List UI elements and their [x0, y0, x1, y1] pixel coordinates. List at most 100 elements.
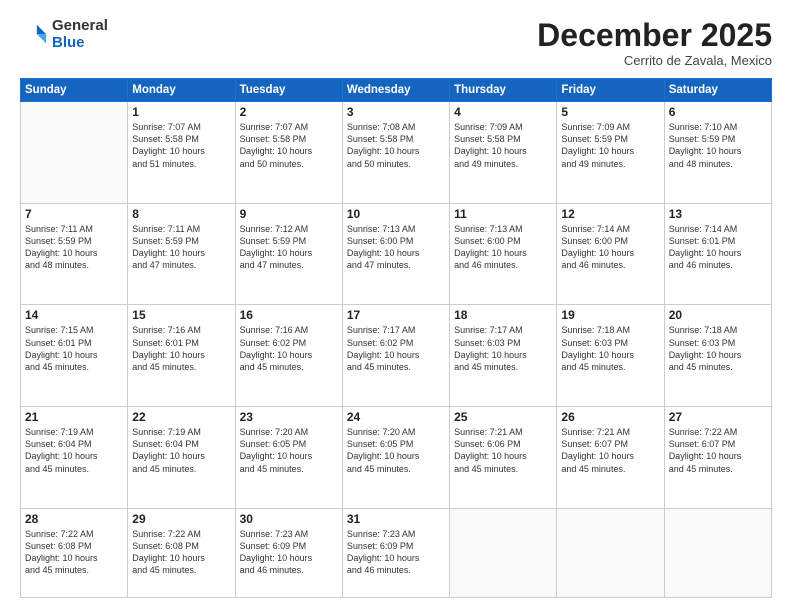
- header-monday: Monday: [128, 79, 235, 102]
- day-number: 24: [347, 410, 445, 424]
- cell-info: Sunrise: 7:22 AM Sunset: 6:08 PM Dayligh…: [25, 528, 123, 577]
- table-row: 1Sunrise: 7:07 AM Sunset: 5:58 PM Daylig…: [128, 102, 235, 204]
- cell-info: Sunrise: 7:18 AM Sunset: 6:03 PM Dayligh…: [561, 324, 659, 373]
- logo-blue-text: Blue: [52, 35, 108, 52]
- table-row: 20 Sunrise: 7:18 AM Sunset: 6:03 PM Dayli…: [664, 305, 771, 407]
- calendar: Sunday Monday Tuesday Wednesday Thursday…: [20, 78, 772, 598]
- table-row: 14 Sunrise: 7:15 AM Sunset: 6:01 PM Dayli…: [21, 305, 128, 407]
- table-row: [450, 508, 557, 597]
- table-row: 12 Sunrise: 7:14 AM Sunset: 6:00 PM Dayli…: [557, 203, 664, 305]
- header-thursday: Thursday: [450, 79, 557, 102]
- page: General Blue December 2025 Cerrito de Za…: [0, 0, 792, 612]
- cell-info: Sunrise: 7:15 AM Sunset: 6:01 PM Dayligh…: [25, 324, 123, 373]
- table-row: 25Sunrise: 7:21 AM Sunset: 6:06 PM Dayli…: [450, 407, 557, 509]
- logo: General Blue: [20, 18, 108, 51]
- table-row: [557, 508, 664, 597]
- day-number: 25: [454, 410, 552, 424]
- day-number: 6: [669, 105, 767, 119]
- cell-info: Sunrise: 7:08 AM Sunset: 5:58 PM Dayligh…: [347, 121, 445, 170]
- weekday-header-row: Sunday Monday Tuesday Wednesday Thursday…: [21, 79, 772, 102]
- day-number: 13: [669, 207, 767, 221]
- day-number: 4: [454, 105, 552, 119]
- cell-info: Sunrise: 7:22 AM Sunset: 6:07 PM Dayligh…: [669, 426, 767, 475]
- day-number: 17: [347, 308, 445, 322]
- table-row: 27 Sunrise: 7:22 AM Sunset: 6:07 PM Dayli…: [664, 407, 771, 509]
- cell-info: Sunrise: 7:17 AM Sunset: 6:02 PM Dayligh…: [347, 324, 445, 373]
- header-friday: Friday: [557, 79, 664, 102]
- header-tuesday: Tuesday: [235, 79, 342, 102]
- table-row: 29 Sunrise: 7:22 AM Sunset: 6:08 PM Dayli…: [128, 508, 235, 597]
- table-row: 28 Sunrise: 7:22 AM Sunset: 6:08 PM Dayli…: [21, 508, 128, 597]
- day-number: 20: [669, 308, 767, 322]
- day-number: 2: [240, 105, 338, 119]
- day-number: 7: [25, 207, 123, 221]
- day-number: 12: [561, 207, 659, 221]
- table-row: 23 Sunrise: 7:20 AM Sunset: 6:05 PM Dayli…: [235, 407, 342, 509]
- table-row: 9 Sunrise: 7:12 AM Sunset: 5:59 PM Daylig…: [235, 203, 342, 305]
- table-row: 3 Sunrise: 7:08 AM Sunset: 5:58 PM Daylig…: [342, 102, 449, 204]
- cell-info: Sunrise: 7:11 AM Sunset: 5:59 PM Dayligh…: [132, 223, 230, 272]
- table-row: 26 Sunrise: 7:21 AM Sunset: 6:07 PM Dayli…: [557, 407, 664, 509]
- table-row: 18 Sunrise: 7:17 AM Sunset: 6:03 PM Dayli…: [450, 305, 557, 407]
- cell-info: Sunrise: 7:09 AM Sunset: 5:59 PM Dayligh…: [561, 121, 659, 170]
- cell-info: Sunrise: 7:21 AM Sunset: 6:07 PM Dayligh…: [561, 426, 659, 475]
- day-number: 21: [25, 410, 123, 424]
- header-saturday: Saturday: [664, 79, 771, 102]
- day-number: 27: [669, 410, 767, 424]
- calendar-week-row: 28 Sunrise: 7:22 AM Sunset: 6:08 PM Dayli…: [21, 508, 772, 597]
- calendar-week-row: 7 Sunrise: 7:11 AM Sunset: 5:59 PM Daylig…: [21, 203, 772, 305]
- table-row: 17 Sunrise: 7:17 AM Sunset: 6:02 PM Dayli…: [342, 305, 449, 407]
- cell-info: Sunrise: 7:11 AM Sunset: 5:59 PM Dayligh…: [25, 223, 123, 272]
- table-row: 11Sunrise: 7:13 AM Sunset: 6:00 PM Dayli…: [450, 203, 557, 305]
- logo-text: General Blue: [52, 18, 108, 51]
- day-number: 5: [561, 105, 659, 119]
- table-row: 19Sunrise: 7:18 AM Sunset: 6:03 PM Dayli…: [557, 305, 664, 407]
- table-row: 6Sunrise: 7:10 AM Sunset: 5:59 PM Daylig…: [664, 102, 771, 204]
- day-number: 9: [240, 207, 338, 221]
- calendar-week-row: 14 Sunrise: 7:15 AM Sunset: 6:01 PM Dayli…: [21, 305, 772, 407]
- cell-info: Sunrise: 7:22 AM Sunset: 6:08 PM Dayligh…: [132, 528, 230, 577]
- table-row: 7 Sunrise: 7:11 AM Sunset: 5:59 PM Daylig…: [21, 203, 128, 305]
- day-number: 23: [240, 410, 338, 424]
- table-row: 13 Sunrise: 7:14 AM Sunset: 6:01 PM Dayli…: [664, 203, 771, 305]
- table-row: 5 Sunrise: 7:09 AM Sunset: 5:59 PM Daylig…: [557, 102, 664, 204]
- day-number: 16: [240, 308, 338, 322]
- header: General Blue December 2025 Cerrito de Za…: [20, 18, 772, 68]
- subtitle: Cerrito de Zavala, Mexico: [537, 53, 772, 68]
- cell-info: Sunrise: 7:18 AM Sunset: 6:03 PM Dayligh…: [669, 324, 767, 373]
- day-number: 8: [132, 207, 230, 221]
- cell-info: Sunrise: 7:19 AM Sunset: 6:04 PM Dayligh…: [132, 426, 230, 475]
- day-number: 26: [561, 410, 659, 424]
- day-number: 14: [25, 308, 123, 322]
- table-row: 8 Sunrise: 7:11 AM Sunset: 5:59 PM Daylig…: [128, 203, 235, 305]
- day-number: 3: [347, 105, 445, 119]
- table-row: [21, 102, 128, 204]
- logo-general-text: General: [52, 18, 108, 35]
- table-row: 16Sunrise: 7:16 AM Sunset: 6:02 PM Dayli…: [235, 305, 342, 407]
- table-row: 30 Sunrise: 7:23 AM Sunset: 6:09 PM Dayli…: [235, 508, 342, 597]
- calendar-week-row: 1Sunrise: 7:07 AM Sunset: 5:58 PM Daylig…: [21, 102, 772, 204]
- table-row: 4 Sunrise: 7:09 AM Sunset: 5:58 PM Daylig…: [450, 102, 557, 204]
- day-number: 29: [132, 512, 230, 526]
- day-number: 10: [347, 207, 445, 221]
- cell-info: Sunrise: 7:14 AM Sunset: 6:00 PM Dayligh…: [561, 223, 659, 272]
- calendar-week-row: 21 Sunrise: 7:19 AM Sunset: 6:04 PM Dayli…: [21, 407, 772, 509]
- cell-info: Sunrise: 7:14 AM Sunset: 6:01 PM Dayligh…: [669, 223, 767, 272]
- day-number: 30: [240, 512, 338, 526]
- cell-info: Sunrise: 7:09 AM Sunset: 5:58 PM Dayligh…: [454, 121, 552, 170]
- day-number: 18: [454, 308, 552, 322]
- cell-info: Sunrise: 7:23 AM Sunset: 6:09 PM Dayligh…: [240, 528, 338, 577]
- cell-info: Sunrise: 7:20 AM Sunset: 6:05 PM Dayligh…: [240, 426, 338, 475]
- logo-icon: [20, 21, 48, 49]
- cell-info: Sunrise: 7:17 AM Sunset: 6:03 PM Dayligh…: [454, 324, 552, 373]
- table-row: 2Sunrise: 7:07 AM Sunset: 5:58 PM Daylig…: [235, 102, 342, 204]
- table-row: [664, 508, 771, 597]
- day-number: 11: [454, 207, 552, 221]
- table-row: 24Sunrise: 7:20 AM Sunset: 6:05 PM Dayli…: [342, 407, 449, 509]
- header-wednesday: Wednesday: [342, 79, 449, 102]
- month-title: December 2025: [537, 18, 772, 53]
- cell-info: Sunrise: 7:23 AM Sunset: 6:09 PM Dayligh…: [347, 528, 445, 577]
- day-number: 1: [132, 105, 230, 119]
- day-number: 28: [25, 512, 123, 526]
- cell-info: Sunrise: 7:12 AM Sunset: 5:59 PM Dayligh…: [240, 223, 338, 272]
